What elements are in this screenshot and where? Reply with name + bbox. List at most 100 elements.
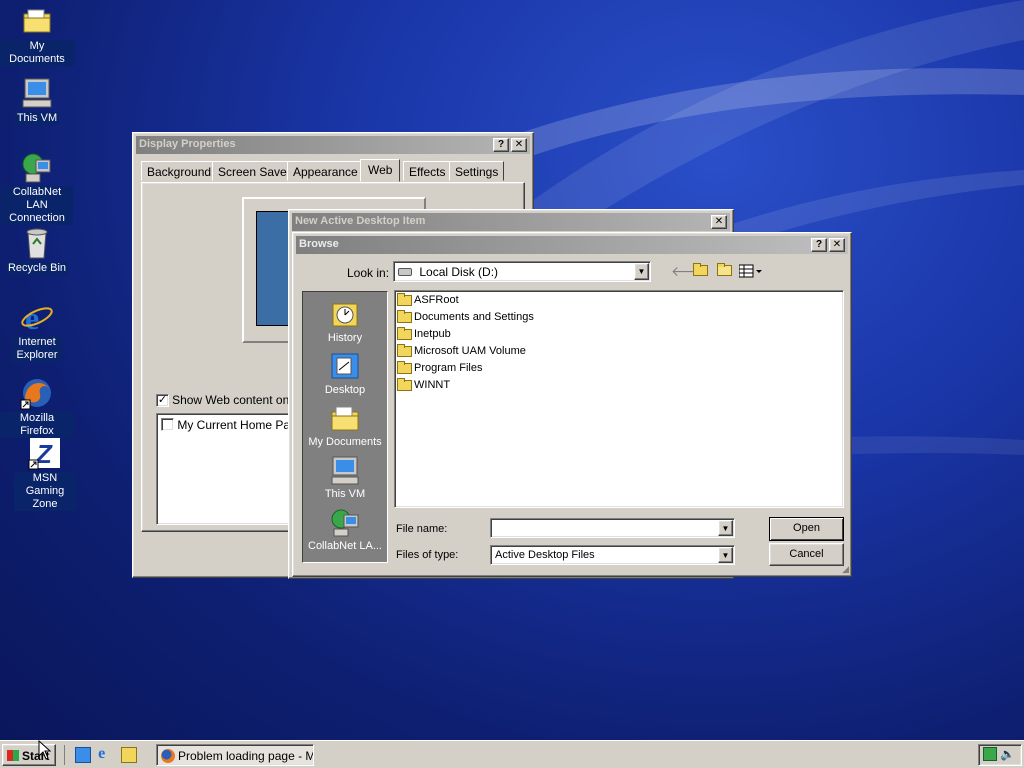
place-my-documents[interactable]: My Documents: [303, 402, 387, 448]
close-button[interactable]: ✕: [511, 138, 527, 152]
new-item-titlebar[interactable]: New Active Desktop Item ✕: [292, 213, 730, 231]
checkbox-box[interactable]: ✓: [156, 393, 169, 407]
place-label: My Documents: [308, 436, 382, 448]
browse-dialog: Browse ? ✕ Look in: Local Disk (D:) ▼ 🡐 …: [292, 232, 852, 577]
place-collabnet[interactable]: CollabNet LA...: [303, 506, 387, 552]
desktop-icon-this-vm[interactable]: This VM: [0, 76, 74, 125]
files-of-type-label: Files of type:: [396, 549, 459, 561]
tab-background[interactable]: Background: [141, 161, 218, 181]
desktop-icon-label: My Documents: [0, 40, 74, 66]
tab-screen-saver[interactable]: Screen Saver: [212, 161, 297, 181]
folder-documents-icon: [329, 402, 361, 434]
desktop-icon-my-documents[interactable]: My Documents: [0, 4, 74, 66]
chevron-down-icon[interactable]: ▼: [718, 520, 733, 536]
taskbar-task-firefox[interactable]: Problem loading page - M...: [156, 744, 314, 766]
close-button[interactable]: ✕: [711, 215, 727, 229]
desktop-icon-internet-explorer[interactable]: e Internet Explorer: [0, 300, 74, 362]
network-connection-icon: [329, 506, 361, 538]
file-name: Inetpub: [414, 328, 451, 340]
files-of-type-dropdown[interactable]: Active Desktop Files ▼: [490, 545, 735, 565]
place-label: History: [327, 332, 363, 344]
task-label: Problem loading page - M...: [178, 748, 314, 763]
desktop-icon-label: MSN Gaming Zone: [14, 472, 76, 511]
help-button[interactable]: ?: [811, 238, 827, 252]
drive-icon: [398, 267, 412, 276]
system-tray: 🔈: [978, 744, 1022, 766]
up-folder-icon[interactable]: [693, 262, 710, 276]
browse-titlebar[interactable]: Browse ? ✕: [296, 236, 848, 254]
list-item-label: My Current Home Page: [177, 417, 304, 432]
desktop-icon-label: Internet Explorer: [12, 336, 62, 362]
window-title: Display Properties: [139, 138, 236, 150]
list-item[interactable]: Documents and Settings: [397, 309, 841, 328]
tab-web[interactable]: Web: [360, 159, 401, 182]
window-title: New Active Desktop Item: [295, 215, 426, 227]
folder-icon: [397, 377, 412, 391]
show-desktop-icon[interactable]: [75, 747, 91, 763]
internet-explorer-icon[interactable]: e: [98, 746, 114, 763]
desktop-icon-msn-gaming-zone[interactable]: Z MSN Gaming Zone: [8, 436, 82, 511]
files-of-type-value: Active Desktop Files: [495, 549, 595, 561]
outlook-express-icon[interactable]: [121, 747, 138, 763]
file-name-label: File name:: [396, 523, 448, 535]
help-button[interactable]: ?: [493, 138, 509, 152]
tab-appearance[interactable]: Appearance: [287, 161, 364, 181]
tab-effects[interactable]: Effects: [403, 161, 452, 181]
place-history[interactable]: History: [303, 298, 387, 344]
desktop-icon-label: Mozilla Firefox: [0, 412, 74, 438]
desktop-icon-collabnet-lan[interactable]: CollabNet LAN Connection: [0, 150, 74, 225]
tab-settings[interactable]: Settings: [449, 161, 505, 181]
firefox-icon: [161, 748, 175, 763]
resize-grip-icon[interactable]: ◢: [842, 564, 849, 575]
desktop-icon-label: Recycle Bin: [5, 262, 69, 275]
look-in-value: Local Disk (D:): [419, 264, 499, 279]
internet-explorer-icon: e: [20, 300, 54, 336]
window-title: Browse: [299, 238, 339, 250]
computer-icon: [329, 454, 361, 486]
network-connection-icon: [20, 150, 54, 184]
list-item[interactable]: WINNT: [397, 377, 841, 396]
quick-launch: e: [64, 745, 139, 765]
web-items-list[interactable]: My Current Home Page: [156, 413, 303, 525]
places-bar: History Desktop My Documents This VM Col…: [302, 291, 388, 563]
network-tray-icon[interactable]: [983, 747, 997, 761]
close-button[interactable]: ✕: [829, 238, 845, 252]
file-name: Microsoft UAM Volume: [414, 345, 526, 357]
checkbox-box[interactable]: [161, 418, 174, 432]
look-in-dropdown[interactable]: Local Disk (D:) ▼: [393, 261, 651, 282]
list-item[interactable]: Program Files: [397, 360, 841, 379]
desktop-icon-label: CollabNet LAN Connection: [1, 186, 73, 225]
show-web-content-checkbox[interactable]: ✓ Show Web content on m: [156, 393, 303, 407]
folder-icon: [397, 326, 412, 340]
desktop-icon-recycle-bin[interactable]: Recycle Bin: [0, 226, 74, 275]
folder-icon: [397, 309, 412, 323]
place-this-vm[interactable]: This VM: [303, 454, 387, 500]
view-menu-icon[interactable]: [738, 264, 762, 278]
place-label: This VM: [324, 488, 366, 500]
file-name: Documents and Settings: [414, 311, 534, 323]
list-item[interactable]: ASFRoot: [397, 292, 841, 311]
list-item[interactable]: Inetpub: [397, 326, 841, 345]
display-properties-titlebar[interactable]: Display Properties ? ✕: [136, 136, 530, 154]
file-name-field[interactable]: ▼: [490, 518, 735, 538]
chevron-down-icon[interactable]: ▼: [718, 547, 733, 563]
desktop-icon-label: This VM: [14, 112, 60, 125]
file-list[interactable]: ASFRoot Documents and Settings Inetpub M…: [394, 290, 844, 508]
msn-gaming-zone-icon: Z: [28, 436, 62, 470]
desktop-icon-mozilla-firefox[interactable]: Mozilla Firefox: [0, 376, 74, 438]
volume-icon[interactable]: 🔈: [1000, 747, 1015, 761]
chevron-down-icon[interactable]: ▼: [634, 263, 649, 280]
checkbox-label: Show Web content on m: [172, 393, 303, 407]
folder-icon: [397, 360, 412, 374]
place-desktop[interactable]: Desktop: [303, 350, 387, 396]
folder-icon: [397, 292, 412, 306]
place-label: Desktop: [324, 384, 366, 396]
file-name: WINNT: [414, 379, 451, 391]
recycle-bin-icon: [20, 226, 54, 260]
list-item[interactable]: My Current Home Page: [157, 414, 303, 435]
tab-strip: Background Screen Saver Appearance Web E…: [141, 159, 521, 183]
list-item[interactable]: Microsoft UAM Volume: [397, 343, 841, 362]
cancel-button[interactable]: Cancel: [769, 543, 844, 566]
open-button[interactable]: Open: [769, 517, 844, 541]
new-folder-icon[interactable]: [717, 262, 734, 276]
